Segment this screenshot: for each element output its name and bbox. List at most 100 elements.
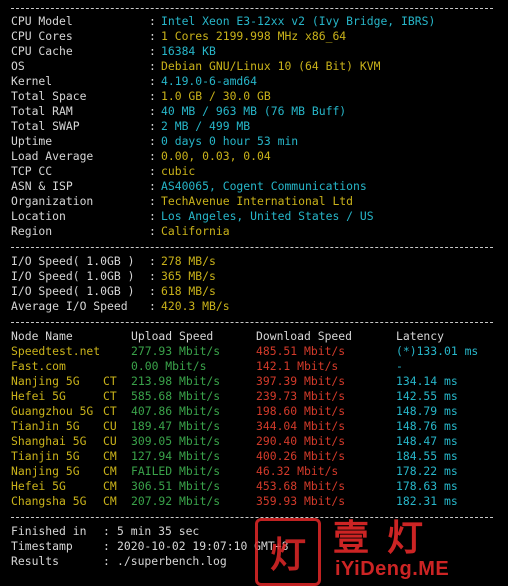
sysinfo-label: ASN & ISP (11, 179, 73, 193)
node-name: Nanjing 5G (11, 464, 80, 478)
header-download-speed: Download Speed (256, 329, 353, 343)
node-name: Tianjin 5G (11, 449, 80, 463)
sysinfo-row: Organization: TechAvenue International Lt… (11, 194, 491, 209)
upload-speed: 309.05 Mbit/s (131, 434, 221, 448)
table-row: Guangzhou 5G CT 407.86 Mbit/s 198.60 Mbit/s… (11, 404, 493, 419)
sysinfo-label: CPU Cache (11, 44, 73, 58)
table-row: Fast.com 0.00 Mbit/s 142.1 Mbit/s - (11, 359, 493, 374)
sysinfo-row: TCP CC: cubic (11, 164, 491, 179)
node-name: Fast.com (11, 359, 66, 373)
sysinfo-value: Los Angeles, United States / US (161, 209, 374, 223)
upload-speed: 585.68 Mbit/s (131, 389, 221, 403)
table-row: Hefei 5G CT 585.68 Mbit/s 239.73 Mbit/s 142.… (11, 389, 493, 404)
node-name: Changsha 5G (11, 494, 87, 508)
upload-speed: 407.86 Mbit/s (131, 404, 221, 418)
colon: : (149, 224, 156, 238)
header-node-name: Node Name (11, 329, 73, 343)
download-speed: 453.68 Mbit/s (256, 479, 346, 493)
sysinfo-value: 16384 KB (161, 44, 216, 58)
sysinfo-row: ASN & ISP: AS40065, Cogent Communications (11, 179, 491, 194)
terminal-window: CPU Model: Intel Xeon E3-12xx v2 (Ivy Bri… (0, 0, 508, 586)
colon: : (149, 14, 156, 28)
latency: 148.76 ms (396, 419, 458, 433)
io-row: I/O Speed( 1.0GB ):365 MB/s (11, 269, 491, 284)
node-name: Hefei 5G (11, 479, 66, 493)
colon: : (149, 149, 156, 163)
upload-speed: 277.93 Mbit/s (131, 344, 221, 358)
colon: : (149, 29, 156, 43)
sysinfo-row: Total RAM:40 MB / 963 MB (76 MB Buff) (11, 104, 491, 119)
sysinfo-value: Intel Xeon E3-12xx v2 (Ivy Bridge, IBRS) (161, 14, 436, 28)
colon: : (149, 194, 156, 208)
node-name: Hefei 5G (11, 389, 66, 403)
colon: : (103, 524, 110, 538)
sysinfo-row: Total Space:1.0 GB / 30.0 GB (11, 89, 491, 104)
sysinfo-label: Total SWAP (11, 119, 80, 133)
sysinfo-label: Total Space (11, 89, 87, 103)
sysinfo-label: Uptime (11, 134, 53, 148)
io-value: 420.3 MB/s (161, 299, 230, 313)
separator-speedtest (11, 322, 493, 323)
colon: : (149, 119, 156, 133)
header-latency: Latency (396, 329, 445, 343)
node-isp: CM (103, 494, 117, 508)
sysinfo-row: CPU Cores:1 Cores 2199.998 MHz x86_64 (11, 29, 491, 44)
sysinfo-row: Region: California (11, 224, 491, 239)
footer-label: Timestamp (11, 539, 73, 553)
colon: : (103, 539, 110, 553)
separator-io (11, 247, 493, 248)
sysinfo-label: CPU Cores (11, 29, 73, 43)
sysinfo-label: CPU Model (11, 14, 73, 28)
table-row: Shanghai 5G CU 309.05 Mbit/s 290.40 Mbit/s 1… (11, 434, 493, 449)
node-isp: CT (103, 374, 117, 388)
sysinfo-row: Uptime:0 days 0 hour 53 min (11, 134, 491, 149)
sysinfo-label: Kernel (11, 74, 53, 88)
colon: : (149, 164, 156, 178)
footer-label: Finished in (11, 524, 87, 538)
latency: 178.22 ms (396, 464, 458, 478)
node-name: Guangzhou 5G (11, 404, 94, 418)
sysinfo-row: OS: Debian GNU/Linux 10 (64 Bit) KVM (11, 59, 491, 74)
table-row: Changsha 5G CM 207.92 Mbit/s 359.93 Mbit/s 1… (11, 494, 493, 509)
download-speed: 359.93 Mbit/s (256, 494, 346, 508)
io-value: 278 MB/s (161, 254, 216, 268)
io-row: I/O Speed( 1.0GB ):618 MB/s (11, 284, 491, 299)
sysinfo-label: TCP CC (11, 164, 53, 178)
sysinfo-label: Region (11, 224, 53, 238)
watermark-box: 灯 (255, 518, 321, 586)
separator-top (11, 8, 493, 9)
sysinfo-value: 1 Cores 2199.998 MHz x86_64 (161, 29, 347, 43)
download-speed: 344.04 Mbit/s (256, 419, 346, 433)
sysinfo-value: AS40065, Cogent Communications (161, 179, 367, 193)
latency: 148.79 ms (396, 404, 458, 418)
colon: : (149, 269, 156, 283)
io-value: 618 MB/s (161, 284, 216, 298)
upload-speed: 189.47 Mbit/s (131, 419, 221, 433)
download-speed: 198.60 Mbit/s (256, 404, 346, 418)
sysinfo-value: Debian GNU/Linux 10 (64 Bit) KVM (161, 59, 381, 73)
download-speed: 397.39 Mbit/s (256, 374, 346, 388)
speed-table-header: Node Name Upload Speed Download Speed Laten… (11, 329, 493, 344)
table-row: Nanjing 5G CM FAILED Mbit/s 46.32 Mbit/s 178… (11, 464, 493, 479)
io-label: I/O Speed( 1.0GB ) (11, 269, 135, 283)
node-name: TianJin 5G (11, 419, 80, 433)
colon: : (149, 74, 156, 88)
sysinfo-value: 4.19.0-6-amd64 (161, 74, 258, 88)
colon: : (149, 209, 156, 223)
sysinfo-value: 1.0 GB / 30.0 GB (161, 89, 271, 103)
colon: : (149, 104, 156, 118)
sysinfo-value: 0 days 0 hour 53 min (161, 134, 299, 148)
upload-speed: 127.94 Mbit/s (131, 449, 221, 463)
node-name: Nanjing 5G (11, 374, 80, 388)
io-row: Average I/O Speed:420.3 MB/s (11, 299, 491, 314)
footer-value: 5 min 35 sec (117, 524, 200, 538)
latency: 184.55 ms (396, 449, 458, 463)
latency: 178.63 ms (396, 479, 458, 493)
upload-speed: 0.00 Mbit/s (131, 359, 207, 373)
node-name: Speedtest.net (11, 344, 101, 358)
sysinfo-label: OS (11, 59, 25, 73)
io-row: I/O Speed( 1.0GB ):278 MB/s (11, 254, 491, 269)
table-row: Nanjing 5G CT 213.98 Mbit/s 397.39 Mbit/s 13… (11, 374, 493, 389)
colon: : (149, 284, 156, 298)
latency: 142.55 ms (396, 389, 458, 403)
